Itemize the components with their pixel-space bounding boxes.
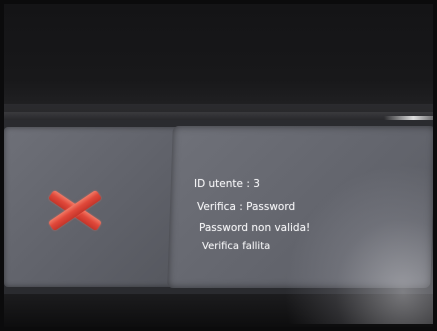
- background-dark: [4, 4, 433, 112]
- error-x-icon: [44, 188, 106, 232]
- device-bezel-bottom: [4, 294, 433, 327]
- user-id-text: ID utente : 3: [194, 178, 260, 190]
- device-photo: [4, 4, 433, 327]
- result-text: Verifica fallita: [202, 241, 271, 252]
- bezel-top-edge: [4, 112, 433, 120]
- verify-method-text: Verifica : Password: [197, 201, 296, 213]
- error-message-text: Password non valida!: [199, 222, 311, 234]
